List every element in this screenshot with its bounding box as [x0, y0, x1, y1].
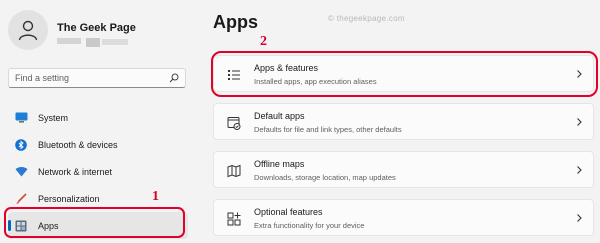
- avatar[interactable]: [8, 10, 48, 50]
- search-input[interactable]: [15, 73, 169, 83]
- chevron-right-icon: [577, 118, 582, 126]
- card-title: Default apps: [254, 111, 305, 121]
- sidebar-item-network[interactable]: Network & internet: [8, 158, 188, 185]
- brush-icon: [14, 192, 28, 206]
- card-title: Optional features: [254, 207, 323, 217]
- bluetooth-icon: [14, 138, 28, 152]
- page-title: Apps: [213, 12, 258, 32]
- optional-features-icon: [227, 212, 241, 226]
- redacted-email-block: [57, 38, 81, 44]
- sidebar-item-bluetooth[interactable]: Bluetooth & devices: [8, 131, 188, 158]
- sidebar-item-label: Network & internet: [38, 166, 113, 177]
- chevron-right-icon: [577, 166, 582, 174]
- search-icon[interactable]: [169, 73, 179, 83]
- map-icon: [227, 164, 241, 178]
- card-subtitle: Defaults for file and link types, other …: [254, 125, 402, 134]
- watermark: © thegeekpage.com: [328, 14, 405, 23]
- wifi-icon: [14, 165, 28, 179]
- redacted-email-block: [86, 38, 100, 47]
- search-box[interactable]: [8, 68, 186, 88]
- card-optional-features[interactable]: Optional features Extra functionality fo…: [213, 199, 594, 236]
- card-offline-maps[interactable]: Offline maps Downloads, storage location…: [213, 151, 594, 188]
- sidebar-item-system[interactable]: System: [8, 104, 188, 131]
- card-subtitle: Downloads, storage location, map updates: [254, 173, 396, 182]
- person-icon: [18, 20, 38, 41]
- default-apps-icon: [227, 117, 241, 130]
- card-title: Offline maps: [254, 159, 305, 169]
- card-default-apps[interactable]: Default apps Defaults for file and link …: [213, 103, 594, 140]
- card-subtitle: Extra functionality for your device: [254, 221, 365, 230]
- system-monitor-icon: [14, 111, 28, 125]
- redacted-email-block: [102, 39, 128, 45]
- user-profile[interactable]: The Geek Page: [8, 10, 203, 58]
- annotation-step-number: 2: [260, 34, 267, 49]
- annotation-step-number: 1: [152, 189, 159, 204]
- sidebar-item-label: Personalization: [38, 193, 100, 204]
- chevron-right-icon: [577, 214, 582, 222]
- user-name: The Geek Page: [57, 22, 136, 34]
- sidebar-item-label: System: [38, 112, 69, 123]
- annotation-highlight-apps-features: [211, 51, 598, 97]
- annotation-highlight-apps: [4, 207, 185, 238]
- sidebar-item-label: Bluetooth & devices: [38, 139, 118, 150]
